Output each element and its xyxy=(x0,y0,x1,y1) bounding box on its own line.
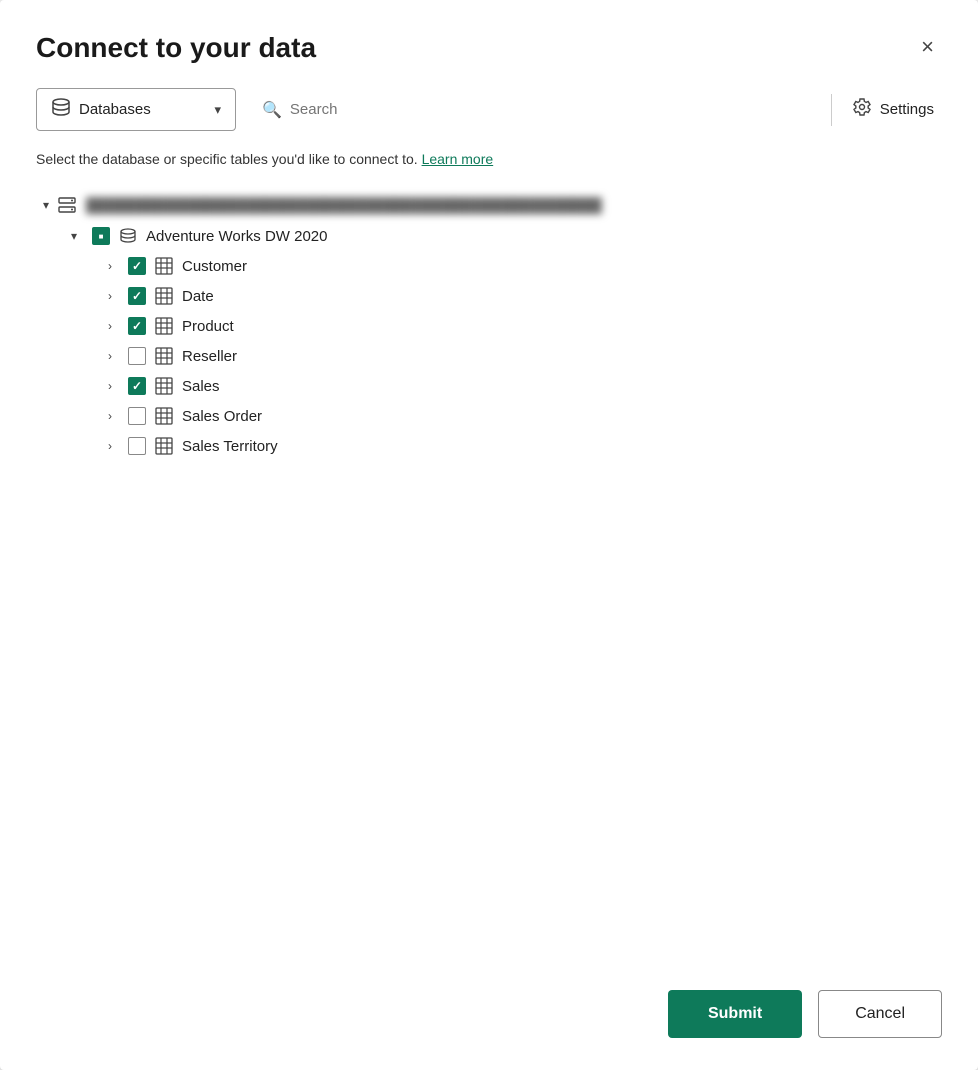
dropdown-label: Databases xyxy=(79,101,151,118)
table-row-sales-order: › Sales Order xyxy=(36,401,942,431)
settings-label: Settings xyxy=(880,101,934,118)
sales-order-expand-button[interactable]: › xyxy=(100,409,120,423)
dialog-title: Connect to your data xyxy=(36,32,316,64)
data-tree: ▾ ██████████████████████████████████████… xyxy=(36,189,942,942)
database-icon xyxy=(51,97,71,122)
description-text: Select the database or specific tables y… xyxy=(36,151,942,167)
table-name-customer: Customer xyxy=(182,258,247,275)
table-name-sales-order: Sales Order xyxy=(182,408,262,425)
date-expand-button[interactable]: › xyxy=(100,289,120,303)
chevron-down-icon: ▾ xyxy=(214,102,221,118)
search-icon: 🔍 xyxy=(262,100,282,120)
gear-icon xyxy=(852,97,872,122)
search-input[interactable] xyxy=(290,101,805,118)
customer-expand-button[interactable]: › xyxy=(100,259,120,273)
sales-territory-checkbox[interactable] xyxy=(128,437,146,455)
close-button[interactable]: × xyxy=(913,32,942,62)
submit-button[interactable]: Submit xyxy=(668,990,802,1038)
search-box[interactable]: 🔍 xyxy=(248,92,819,128)
table-row-sales: › Sales xyxy=(36,371,942,401)
table-name-sales-territory: Sales Territory xyxy=(182,438,278,455)
table-row-date: › Date xyxy=(36,281,942,311)
sales-territory-expand-button[interactable]: › xyxy=(100,439,120,453)
database-expand-button[interactable]: ▾ xyxy=(64,229,84,243)
table-name-date: Date xyxy=(182,288,214,305)
customer-checkbox[interactable] xyxy=(128,257,146,275)
sales-expand-button[interactable]: › xyxy=(100,379,120,393)
databases-dropdown[interactable]: Databases ▾ xyxy=(36,88,236,131)
toolbar-divider xyxy=(831,94,832,126)
server-name-blurred: ████████████████████████████████████████… xyxy=(86,197,942,213)
database-folder-icon xyxy=(118,226,138,246)
sales-order-checkbox[interactable] xyxy=(128,407,146,425)
table-name-product: Product xyxy=(182,318,234,335)
table-grid-icon-product xyxy=(154,316,174,336)
database-checkbox[interactable] xyxy=(92,227,110,245)
dialog-footer: Submit Cancel xyxy=(36,974,942,1038)
table-name-sales: Sales xyxy=(182,378,220,395)
table-grid-icon-sales-order xyxy=(154,406,174,426)
connect-dialog: Connect to your data × Databases ▾ 🔍 xyxy=(0,0,978,1070)
table-grid-icon-sales-territory xyxy=(154,436,174,456)
product-expand-button[interactable]: › xyxy=(100,319,120,333)
table-row-customer: › Customer xyxy=(36,251,942,281)
table-row-product: › Product xyxy=(36,311,942,341)
table-grid-icon-sales xyxy=(154,376,174,396)
server-icon xyxy=(56,194,78,216)
reseller-checkbox[interactable] xyxy=(128,347,146,365)
database-row: ▾ Adventure Works DW 2020 xyxy=(36,221,942,251)
cancel-button[interactable]: Cancel xyxy=(818,990,942,1038)
date-checkbox[interactable] xyxy=(128,287,146,305)
learn-more-link[interactable]: Learn more xyxy=(422,151,494,167)
table-grid-icon-customer xyxy=(154,256,174,276)
table-name-reseller: Reseller xyxy=(182,348,237,365)
dialog-header: Connect to your data × xyxy=(36,32,942,64)
reseller-expand-button[interactable]: › xyxy=(100,349,120,363)
table-grid-icon-reseller xyxy=(154,346,174,366)
server-expand-button[interactable]: ▾ xyxy=(36,198,56,212)
database-name: Adventure Works DW 2020 xyxy=(146,228,327,245)
sales-checkbox[interactable] xyxy=(128,377,146,395)
settings-button[interactable]: Settings xyxy=(844,91,942,128)
table-grid-icon-date xyxy=(154,286,174,306)
table-row-reseller: › Reseller xyxy=(36,341,942,371)
server-row: ▾ ██████████████████████████████████████… xyxy=(36,189,942,221)
product-checkbox[interactable] xyxy=(128,317,146,335)
table-row-sales-territory: › Sales Territory xyxy=(36,431,942,461)
toolbar: Databases ▾ 🔍 Settings xyxy=(36,88,942,131)
